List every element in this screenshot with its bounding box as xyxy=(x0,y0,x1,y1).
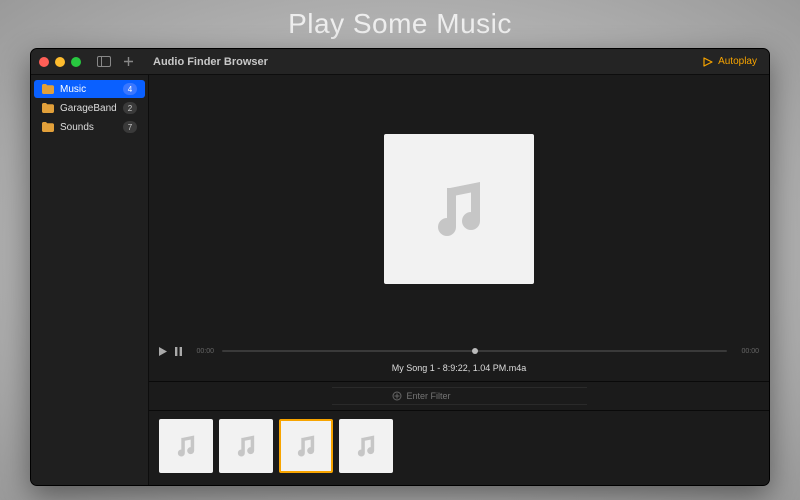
transport-bar: 00:00 00:00 My Song 1 - 8:9:22, 1.04 PM.… xyxy=(149,343,769,381)
folder-icon xyxy=(42,103,54,113)
thumbnail-item[interactable] xyxy=(279,419,333,473)
sidebar-item-label: Music xyxy=(60,84,117,95)
sidebar-item-count: 2 xyxy=(123,102,137,114)
close-window-button[interactable] xyxy=(39,57,49,67)
folder-icon xyxy=(42,84,54,94)
page-hero-title: Play Some Music xyxy=(288,8,512,40)
maximize-window-button[interactable] xyxy=(71,57,81,67)
minimize-window-button[interactable] xyxy=(55,57,65,67)
seek-knob[interactable] xyxy=(472,348,478,354)
window-title: Audio Finder Browser xyxy=(153,56,268,68)
now-playing-label: My Song 1 - 8:9:22, 1.04 PM.m4a xyxy=(159,359,759,379)
time-total: 00:00 xyxy=(735,348,759,355)
thumbnail-strip xyxy=(149,411,769,485)
add-button[interactable] xyxy=(119,54,137,70)
preview-area xyxy=(149,75,769,343)
autoplay-label: Autoplay xyxy=(718,56,757,67)
thumbnail-item[interactable] xyxy=(219,419,273,473)
sidebar-item-sounds[interactable]: Sounds 7 xyxy=(34,118,145,136)
sidebar-item-music[interactable]: Music 4 xyxy=(34,80,145,98)
play-outline-icon xyxy=(703,57,713,67)
folder-icon xyxy=(42,122,54,132)
music-note-icon xyxy=(292,432,320,460)
thumbnail-item[interactable] xyxy=(339,419,393,473)
music-note-icon xyxy=(232,432,260,460)
filter-bar xyxy=(149,382,769,410)
app-window: Audio Finder Browser Autoplay Music 4 Ga… xyxy=(30,48,770,486)
sidebar-item-label: Sounds xyxy=(60,122,117,133)
sidebar-item-count: 4 xyxy=(123,83,137,95)
window-controls xyxy=(39,57,81,67)
time-elapsed: 00:00 xyxy=(190,348,214,355)
play-button[interactable] xyxy=(159,347,167,356)
sidebar-item-count: 7 xyxy=(123,121,137,133)
album-art-large xyxy=(384,134,534,284)
autoplay-button[interactable]: Autoplay xyxy=(703,56,757,67)
music-note-icon xyxy=(423,173,495,245)
thumbnail-item[interactable] xyxy=(159,419,213,473)
titlebar: Audio Finder Browser Autoplay xyxy=(31,49,769,75)
filter-icon xyxy=(392,391,402,401)
sidebar: Music 4 GarageBand 2 Sounds 7 xyxy=(31,75,149,485)
play-icon xyxy=(159,347,167,356)
music-note-icon xyxy=(172,432,200,460)
sidebar-item-label: GarageBand xyxy=(60,103,117,114)
main-content: 00:00 00:00 My Song 1 - 8:9:22, 1.04 PM.… xyxy=(149,75,769,485)
pause-button[interactable] xyxy=(175,347,182,356)
pause-icon xyxy=(175,347,182,356)
sidebar-item-garageband[interactable]: GarageBand 2 xyxy=(34,99,145,117)
filter-input[interactable] xyxy=(407,391,527,401)
seek-slider[interactable] xyxy=(222,350,727,352)
music-note-icon xyxy=(352,432,380,460)
sidebar-toggle-button[interactable] xyxy=(95,54,113,70)
